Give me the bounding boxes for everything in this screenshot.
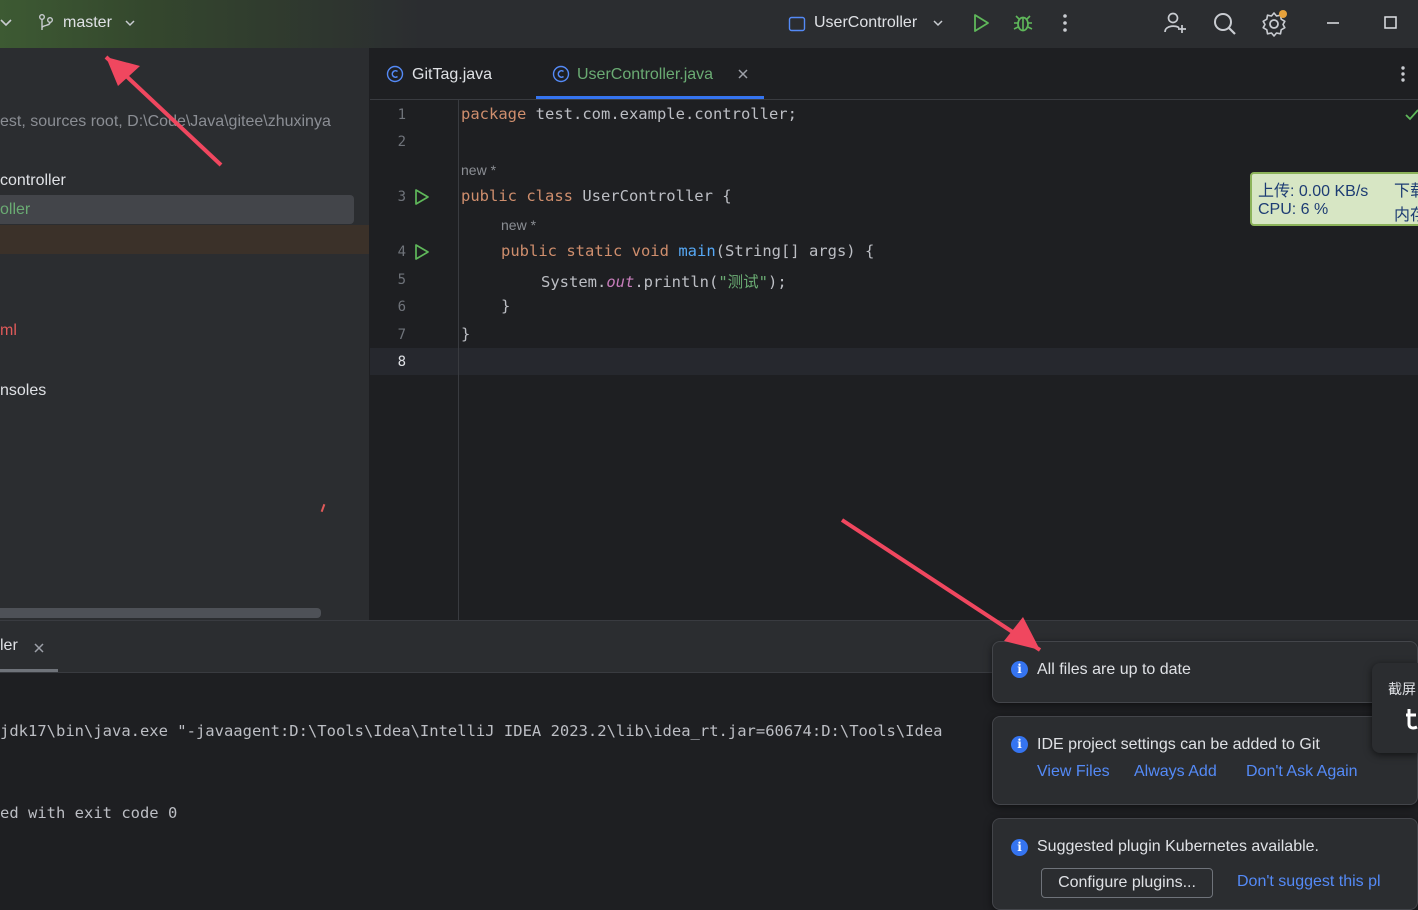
arrow-to-notification — [840, 518, 1042, 652]
arrow-head-notification — [1004, 617, 1040, 650]
annotation-arrows — [104, 55, 1042, 652]
